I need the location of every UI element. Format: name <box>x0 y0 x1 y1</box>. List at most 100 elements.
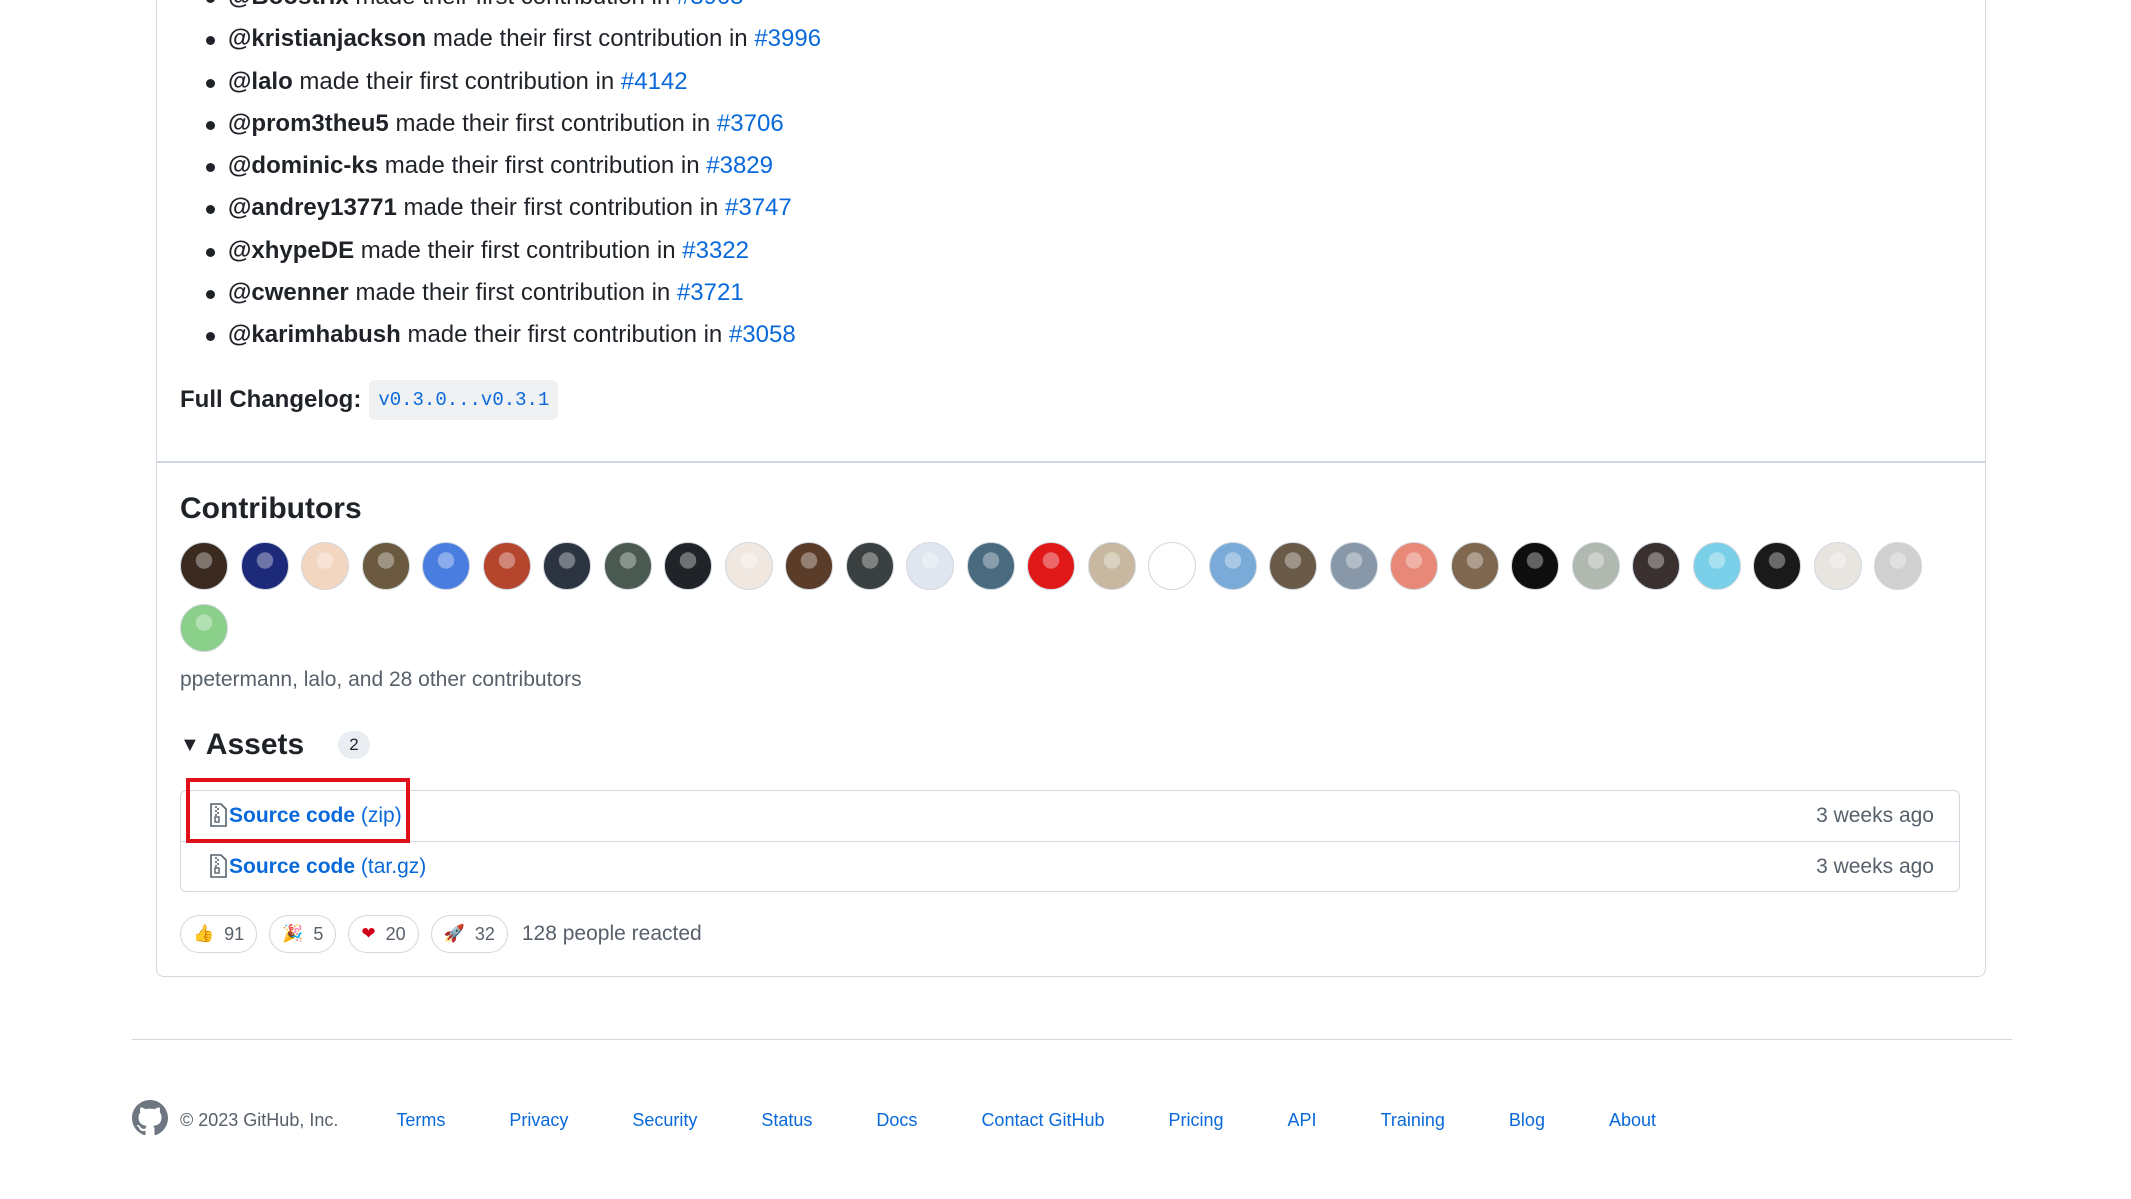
contributor-avatar[interactable] <box>240 542 289 590</box>
footer-link-security[interactable]: Security <box>632 1110 697 1131</box>
contributor-avatar[interactable] <box>1208 542 1257 590</box>
highlight-box <box>186 778 410 843</box>
footer-link-pricing[interactable]: Pricing <box>1169 1110 1224 1131</box>
footer-link-blog[interactable]: Blog <box>1509 1110 1545 1131</box>
footer-link-training[interactable]: Training <box>1381 1110 1445 1131</box>
username-link[interactable]: @xhypeDE <box>228 237 354 264</box>
contributor-avatar[interactable] <box>906 542 954 590</box>
pr-link[interactable]: #3721 <box>677 279 744 306</box>
changelog-compare-link[interactable]: v0.3.0...v0.3.1 <box>369 380 559 420</box>
triangle-down-icon: ▼ <box>180 733 200 756</box>
asset-date: 3 weeks ago <box>1816 855 1934 878</box>
username-link[interactable]: @kristianjackson <box>228 25 426 52</box>
contributor-avatar[interactable] <box>966 542 1015 590</box>
contribution-text: made their first contribution in <box>403 194 719 222</box>
username-link[interactable]: @prom3theu5 <box>228 110 389 137</box>
contributor-avatar[interactable] <box>1571 542 1620 590</box>
username-link[interactable]: @karimhabush <box>228 321 401 348</box>
changelog-label: Full Changelog: <box>180 386 362 413</box>
github-logo-icon[interactable] <box>132 1100 168 1141</box>
assets-list: Source code (zip) 3 weeks ago Source cod… <box>180 790 1960 892</box>
contributor-avatar[interactable] <box>1087 542 1136 590</box>
assets-summary-toggle[interactable]: ▼ Assets 2 <box>180 728 370 762</box>
list-item: @prom3theu5 made their first contributio… <box>206 103 821 145</box>
username-link[interactable]: @andrey13771 <box>228 194 397 221</box>
username-link[interactable]: @dominic-ks <box>228 152 378 179</box>
contributor-avatar[interactable] <box>1450 542 1499 590</box>
file-zip-icon <box>209 854 227 883</box>
list-item: @lalo made their first contribution in #… <box>206 61 821 103</box>
thumbs-up-icon: 👍 <box>193 924 215 943</box>
reaction-heart-button[interactable]: ❤ 20 <box>348 915 419 953</box>
assets-heading: Assets <box>205 728 305 761</box>
pr-link[interactable]: #3996 <box>754 25 821 52</box>
username-link[interactable]: @lalo <box>228 68 293 95</box>
contributor-avatar[interactable] <box>664 542 712 590</box>
reaction-thumbs-up-button[interactable]: 👍 91 <box>180 915 258 953</box>
reaction-count: 91 <box>224 923 245 944</box>
contributor-avatar[interactable] <box>1511 542 1559 590</box>
contributor-avatar[interactable] <box>1027 542 1075 590</box>
footer-link-about[interactable]: About <box>1609 1110 1656 1131</box>
contributor-avatar[interactable] <box>603 542 652 590</box>
source-code-targz-link[interactable]: Source code (tar.gz) <box>229 855 426 879</box>
contributor-avatar[interactable] <box>1813 542 1862 590</box>
contributor-avatar[interactable] <box>1269 542 1317 590</box>
reaction-count: 5 <box>313 923 324 944</box>
reaction-hooray-button[interactable]: 🎉 5 <box>269 915 337 953</box>
contributor-avatar[interactable] <box>301 542 349 590</box>
pr-link[interactable]: #3905 <box>677 0 744 10</box>
username-link[interactable]: @cwenner <box>228 279 349 306</box>
contributor-avatar[interactable] <box>543 542 591 590</box>
contribution-text: made their first contribution in <box>355 279 671 307</box>
contributor-avatar[interactable] <box>1632 542 1680 590</box>
new-contributors-list: @Boostrix made their first contribution … <box>206 0 821 357</box>
contributors-summary: ppetermann, lalo, and 28 other contribut… <box>180 668 582 691</box>
contributor-avatar[interactable] <box>845 542 894 590</box>
list-item: @dominic-ks made their first contributio… <box>206 145 821 187</box>
contributor-avatar[interactable] <box>1390 542 1438 590</box>
contributor-avatar[interactable] <box>1148 542 1196 590</box>
pr-link[interactable]: #4142 <box>621 68 688 95</box>
pr-link[interactable]: #3829 <box>706 152 773 179</box>
contributor-avatar[interactable] <box>1692 542 1741 590</box>
footer-link-contact[interactable]: Contact GitHub <box>981 1110 1104 1131</box>
contributor-avatar[interactable] <box>422 542 470 590</box>
contributor-avatar[interactable] <box>361 542 410 590</box>
pr-link[interactable]: #3058 <box>729 321 796 348</box>
pr-link[interactable]: #3706 <box>717 110 784 137</box>
contribution-text: made their first contribution in <box>432 25 748 53</box>
pr-link[interactable]: #3747 <box>725 194 792 221</box>
contributor-avatar[interactable] <box>785 542 833 590</box>
footer-link-terms[interactable]: Terms <box>396 1110 445 1131</box>
pr-link[interactable]: #3322 <box>682 237 749 264</box>
username-link[interactable]: @Boostrix <box>228 0 349 10</box>
asset-date: 3 weeks ago <box>1816 804 1934 827</box>
contribution-text: made their first contribution in <box>355 0 670 10</box>
footer-link-status[interactable]: Status <box>761 1110 812 1131</box>
contributor-avatar[interactable] <box>1329 542 1378 590</box>
footer-link-docs[interactable]: Docs <box>876 1110 917 1131</box>
contributor-avatar[interactable] <box>482 542 531 590</box>
reactions-summary[interactable]: 128 people reacted <box>522 922 702 946</box>
asset-name: Source code <box>229 855 356 878</box>
contributor-avatar[interactable] <box>180 542 228 590</box>
reactions-bar: 👍 91 🎉 5 ❤ 20 🚀 32 128 people reacted <box>180 915 702 953</box>
list-item: @andrey13771 made their first contributi… <box>206 187 821 229</box>
footer: © 2023 GitHub, Inc. Terms Privacy Securi… <box>132 1100 1720 1141</box>
footer-link-privacy[interactable]: Privacy <box>509 1110 568 1131</box>
bullet <box>206 290 215 300</box>
list-item: @cwenner made their first contribution i… <box>206 272 821 314</box>
contributor-avatar[interactable] <box>180 604 228 652</box>
contributor-avatar[interactable] <box>1753 542 1801 590</box>
contributors-heading: Contributors <box>180 492 362 525</box>
heart-icon: ❤ <box>361 924 376 943</box>
asset-row: Source code (zip) 3 weeks ago <box>181 791 1959 842</box>
footer-link-api[interactable]: API <box>1288 1110 1317 1131</box>
bullet <box>206 247 215 257</box>
asset-format: (tar.gz) <box>360 855 427 878</box>
reaction-rocket-button[interactable]: 🚀 32 <box>430 915 508 953</box>
contributor-avatar[interactable] <box>724 542 773 590</box>
rocket-icon: 🚀 <box>443 924 465 943</box>
contributor-avatar[interactable] <box>1874 542 1922 590</box>
